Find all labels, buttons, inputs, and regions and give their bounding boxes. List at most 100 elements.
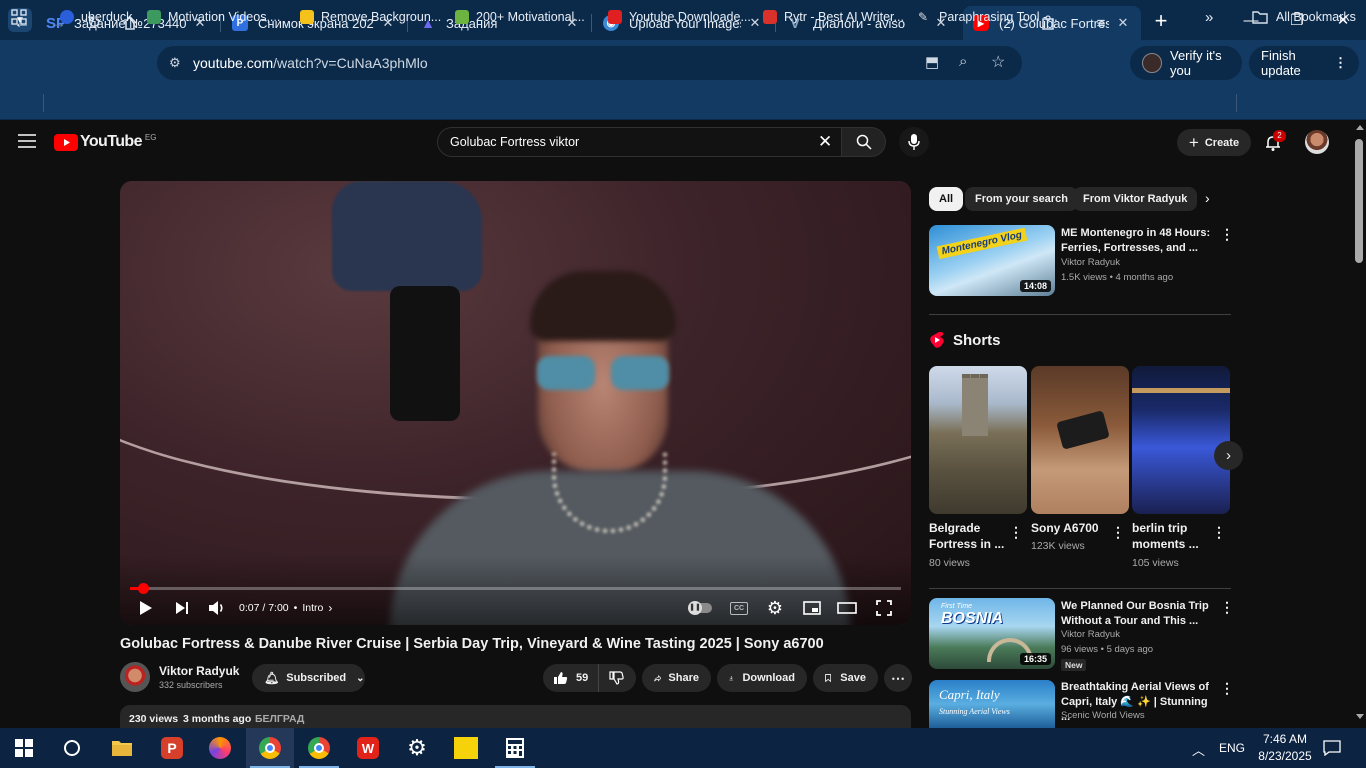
- chapter-label[interactable]: Intro: [302, 602, 323, 614]
- settings-button[interactable]: ⚙: [765, 598, 785, 618]
- input-language[interactable]: ENG: [1219, 741, 1245, 755]
- bookmark-youtube-downloader[interactable]: Youtube Downloade...: [608, 6, 751, 28]
- short-title-3[interactable]: berlin trip moments ...: [1132, 520, 1199, 552]
- microphone-icon: [908, 134, 920, 150]
- profile-verify-button[interactable]: Verify it's you: [1130, 46, 1242, 80]
- captions-button[interactable]: CC: [729, 598, 749, 618]
- clock[interactable]: 7:46 AM 8/23/2025: [1253, 731, 1317, 765]
- file-explorer-app[interactable]: [98, 728, 146, 768]
- notifications-button[interactable]: 2: [1262, 130, 1286, 153]
- zoom-icon[interactable]: ⌕: [959, 53, 967, 70]
- account-avatar[interactable]: [1305, 130, 1329, 154]
- bookmark-remove-background[interactable]: Remove Backgroun...: [300, 6, 441, 28]
- play-button[interactable]: [136, 598, 156, 618]
- show-hidden-icons-button[interactable]: ︿: [1192, 740, 1205, 759]
- bookmark-star-icon[interactable]: ☆: [991, 52, 1005, 72]
- search-input[interactable]: Golubac Fortress viktor ✕: [437, 127, 842, 157]
- autoplay-toggle[interactable]: ❚❚: [687, 598, 713, 618]
- settings-app[interactable]: ⚙: [393, 728, 441, 768]
- progress-scrubber[interactable]: [138, 583, 149, 594]
- subscribed-button[interactable]: 🔔︎ Subscribed ⌄: [252, 664, 365, 692]
- new-tab-button[interactable]: +: [1148, 8, 1174, 34]
- start-button[interactable]: [0, 728, 48, 768]
- more-vert-icon[interactable]: ⋮: [1220, 680, 1234, 697]
- more-vert-icon[interactable]: ⋮: [1220, 226, 1234, 243]
- bookmark-uberduck[interactable]: uberduck: [60, 6, 132, 28]
- youtube-logo[interactable]: YouTube EG: [54, 133, 156, 151]
- share-button[interactable]: Share: [642, 664, 711, 692]
- search-button[interactable]: [841, 127, 886, 157]
- shorts-next-button[interactable]: ›: [1214, 441, 1243, 470]
- create-button[interactable]: + Create: [1177, 129, 1251, 156]
- address-bar[interactable]: ⚙ youtube.com/watch?v=CuNaA3phMlo ⬒ ⌕ ☆: [157, 46, 1022, 80]
- scroll-up-icon[interactable]: [1356, 125, 1364, 130]
- channel-avatar[interactable]: [120, 662, 150, 692]
- miniplayer-button[interactable]: [801, 598, 823, 618]
- next-button[interactable]: [172, 598, 192, 618]
- more-vert-icon[interactable]: ⋮: [1220, 599, 1234, 616]
- action-center-button[interactable]: [1323, 740, 1341, 761]
- video-player[interactable]: [120, 181, 911, 625]
- plus-icon: +: [1188, 132, 1199, 152]
- search-taskbar-button[interactable]: [48, 728, 96, 768]
- download-button[interactable]: Download: [717, 664, 807, 692]
- short-thumbnail-2[interactable]: [1031, 366, 1129, 514]
- theater-mode-button[interactable]: [836, 598, 858, 618]
- bookmark-motivation-videos[interactable]: Motivation Videos,...: [147, 6, 280, 28]
- media-control-button[interactable]: ≡: [1086, 8, 1116, 38]
- wps-presentation-app[interactable]: P: [148, 728, 196, 768]
- chip-all[interactable]: All: [929, 187, 964, 211]
- channel-name[interactable]: Scenic World Views: [1061, 709, 1145, 723]
- shorts-heading: Shorts: [929, 331, 1001, 349]
- chip-from-your-search[interactable]: From your search: [965, 187, 1078, 211]
- scrollbar-thumb[interactable]: [1355, 139, 1363, 263]
- short-title-1[interactable]: Belgrade Fortress in ...: [929, 520, 1004, 552]
- voice-search-button[interactable]: [899, 127, 929, 157]
- progress-bar[interactable]: [130, 583, 901, 594]
- like-button[interactable]: 59: [543, 664, 600, 692]
- apps-button[interactable]: [11, 6, 27, 28]
- close-tab-icon[interactable]: ✕: [1115, 15, 1131, 31]
- firefox-app[interactable]: [196, 728, 244, 768]
- video-thumbnail[interactable]: Capri, Italy Stunning Aerial Views: [929, 680, 1055, 728]
- dislike-button[interactable]: [599, 664, 634, 692]
- video-title[interactable]: ME Montenegro in 48 Hours: Ferries, Fort…: [1061, 226, 1211, 256]
- guide-menu-button[interactable]: [18, 134, 36, 148]
- bookmark-paraphrasing-tool[interactable]: ✎ Paraphrasing Tool -...: [918, 6, 1058, 28]
- chips-next-button[interactable]: ›: [1205, 190, 1210, 206]
- download-label: Download: [742, 672, 795, 684]
- page-scrollbar[interactable]: [1353, 121, 1366, 728]
- all-bookmarks-button[interactable]: All Bookmarks: [1252, 6, 1356, 28]
- more-vert-icon[interactable]: ⋮: [1009, 524, 1023, 541]
- fullscreen-button[interactable]: [873, 598, 895, 618]
- chip-from-channel[interactable]: From Viktor Radyuk: [1073, 187, 1198, 211]
- mute-button[interactable]: [206, 598, 228, 618]
- site-info-icon[interactable]: ⚙: [169, 55, 181, 71]
- channel-name[interactable]: Viktor Radyuk: [1061, 256, 1120, 270]
- short-title-2[interactable]: Sony A6700: [1031, 520, 1099, 536]
- bookmark-rytr[interactable]: Rytr - Best AI Writer...: [763, 6, 904, 28]
- video-thumbnail[interactable]: First Time BOSNIA 16:35: [929, 598, 1055, 669]
- finish-update-button[interactable]: Finish update ⋮: [1249, 46, 1359, 80]
- sticky-app[interactable]: [442, 728, 490, 768]
- channel-name[interactable]: Viktor Radyuk: [1061, 628, 1120, 642]
- install-app-icon[interactable]: ⬒: [925, 53, 939, 71]
- more-vert-icon[interactable]: ⋮: [1212, 524, 1226, 541]
- wps-office-app[interactable]: W: [344, 728, 392, 768]
- calculator-app[interactable]: [491, 728, 539, 768]
- scroll-down-icon[interactable]: [1356, 714, 1364, 719]
- chrome-profile-app[interactable]: [246, 728, 294, 768]
- short-thumbnail-3[interactable]: [1132, 366, 1230, 514]
- more-bookmarks-button[interactable]: »: [1205, 6, 1213, 28]
- more-vert-icon[interactable]: ⋮: [1111, 524, 1125, 541]
- save-button[interactable]: Save: [813, 664, 878, 692]
- more-actions-button[interactable]: ⋯: [884, 664, 912, 692]
- location-tag[interactable]: БЕЛГРАД: [255, 713, 304, 725]
- video-title[interactable]: We Planned Our Bosnia Trip Without a Tou…: [1061, 599, 1211, 629]
- channel-name[interactable]: Viktor Radyuk: [159, 664, 239, 678]
- short-thumbnail-1[interactable]: [929, 366, 1027, 514]
- chrome-app[interactable]: [295, 728, 343, 768]
- clear-search-icon[interactable]: ✕: [818, 132, 832, 152]
- bookmark-motivational[interactable]: 200+ Motivational...: [455, 6, 585, 28]
- video-thumbnail[interactable]: Montenegro Vlog 14:08: [929, 225, 1055, 296]
